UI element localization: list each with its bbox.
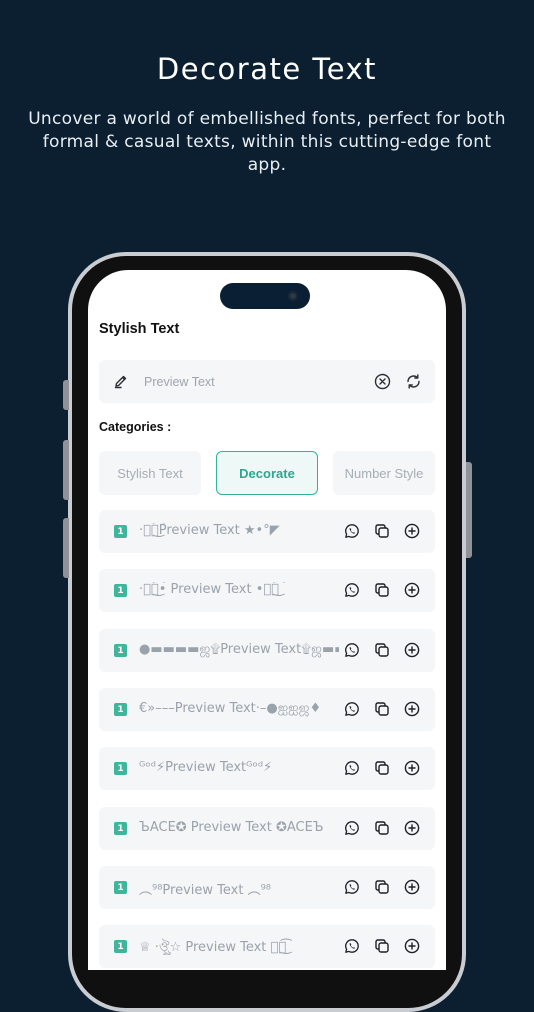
headline: Decorate Text	[156, 52, 378, 86]
pencil-icon	[113, 373, 129, 393]
whatsapp-icon[interactable]	[344, 820, 360, 836]
styled-preview-text: ·ঔৣ͜͡• Preview Text •ঔৣ͜͡	[139, 582, 279, 597]
phone-screen: Stylish Text Categories : Stylish Text D…	[88, 270, 446, 970]
list-item[interactable]: 1 ·ঔৣ͜͡• Preview Text •ঔৣ͜͡	[99, 569, 435, 612]
copy-icon[interactable]	[374, 760, 390, 776]
styled-preview-text: ︵⁹⁸Preview Text ︵⁹⁸	[139, 883, 272, 897]
category-chip-number-style[interactable]: Number Style	[333, 451, 435, 495]
row-index-badge: 1	[114, 940, 127, 953]
add-circle-icon[interactable]	[404, 820, 420, 836]
categories-label: Categories :	[99, 420, 172, 434]
phone-side-button	[466, 462, 472, 558]
list-item[interactable]: 1 €»–––Preview Text·–●ஐஐஜ♦	[99, 688, 435, 731]
styled-preview-text: ᴳᵒᵈ⚡Preview Textᴳᵒᵈ⚡	[139, 760, 273, 775]
whatsapp-icon[interactable]	[344, 701, 360, 717]
copy-icon[interactable]	[374, 820, 390, 836]
add-circle-icon[interactable]	[404, 701, 420, 717]
styled-preview-text: €»–––Preview Text·–●ஐஐஜ♦	[139, 701, 322, 716]
whatsapp-icon[interactable]	[344, 879, 360, 895]
styled-preview-text: ●▬▬▬▬ஜ۩Preview Text۩ஜ▬▬ ☆	[139, 642, 339, 657]
styled-preview-text: ♕ ·ঔৣ☆ Preview Text ঔৣ͜͡	[139, 940, 287, 955]
subtitle: Uncover a world of embellished fonts, pe…	[28, 109, 506, 175]
styled-preview-text: ·ঔৣ͜͡Preview Text ★•°◤	[139, 523, 280, 538]
add-circle-icon[interactable]	[404, 582, 420, 598]
clear-circle-icon[interactable]	[374, 373, 391, 394]
category-chip-stylish-text[interactable]: Stylish Text	[99, 451, 201, 495]
copy-icon[interactable]	[374, 938, 390, 954]
dynamic-island	[220, 283, 310, 309]
add-circle-icon[interactable]	[404, 523, 420, 539]
add-circle-icon[interactable]	[404, 879, 420, 895]
phone-side-button	[63, 518, 69, 578]
row-index-badge: 1	[114, 822, 127, 835]
list-item[interactable]: 1 ᴳᵒᵈ⚡Preview Textᴳᵒᵈ⚡	[99, 747, 435, 790]
camera-icon	[288, 291, 298, 301]
copy-icon[interactable]	[374, 523, 390, 539]
copy-icon[interactable]	[374, 642, 390, 658]
add-circle-icon[interactable]	[404, 938, 420, 954]
category-chip-decorate[interactable]: Decorate	[216, 451, 318, 495]
row-index-badge: 1	[114, 584, 127, 597]
list-item[interactable]: 1 ·ঔৣ͜͡Preview Text ★•°◤	[99, 510, 435, 553]
whatsapp-icon[interactable]	[344, 938, 360, 954]
phone-side-button	[63, 440, 69, 500]
row-index-badge: 1	[114, 644, 127, 657]
styled-preview-text: ЪACE✪ Preview Text ✪ACEЪ	[139, 820, 324, 835]
preview-text-input[interactable]	[142, 371, 366, 393]
list-item[interactable]: 1 ●▬▬▬▬ஜ۩Preview Text۩ஜ▬▬ ☆	[99, 629, 435, 672]
app-title: Stylish Text	[99, 321, 180, 337]
list-item[interactable]: 1 ЪACE✪ Preview Text ✪ACEЪ	[99, 807, 435, 850]
whatsapp-icon[interactable]	[344, 582, 360, 598]
list-item[interactable]: 1 ♕ ·ঔৣ☆ Preview Text ঔৣ͜͡	[99, 925, 435, 968]
copy-icon[interactable]	[374, 879, 390, 895]
list-item[interactable]: 1 ︵⁹⁸Preview Text ︵⁹⁸	[99, 866, 435, 909]
phone-side-button	[63, 380, 69, 410]
preview-input-box	[99, 360, 435, 403]
refresh-icon[interactable]	[405, 373, 422, 394]
row-index-badge: 1	[114, 525, 127, 538]
copy-icon[interactable]	[374, 582, 390, 598]
whatsapp-icon[interactable]	[344, 642, 360, 658]
add-circle-icon[interactable]	[404, 760, 420, 776]
add-circle-icon[interactable]	[404, 642, 420, 658]
copy-icon[interactable]	[374, 701, 390, 717]
whatsapp-icon[interactable]	[344, 523, 360, 539]
row-index-badge: 1	[114, 762, 127, 775]
row-index-badge: 1	[114, 703, 127, 716]
whatsapp-icon[interactable]	[344, 760, 360, 776]
row-index-badge: 1	[114, 881, 127, 894]
